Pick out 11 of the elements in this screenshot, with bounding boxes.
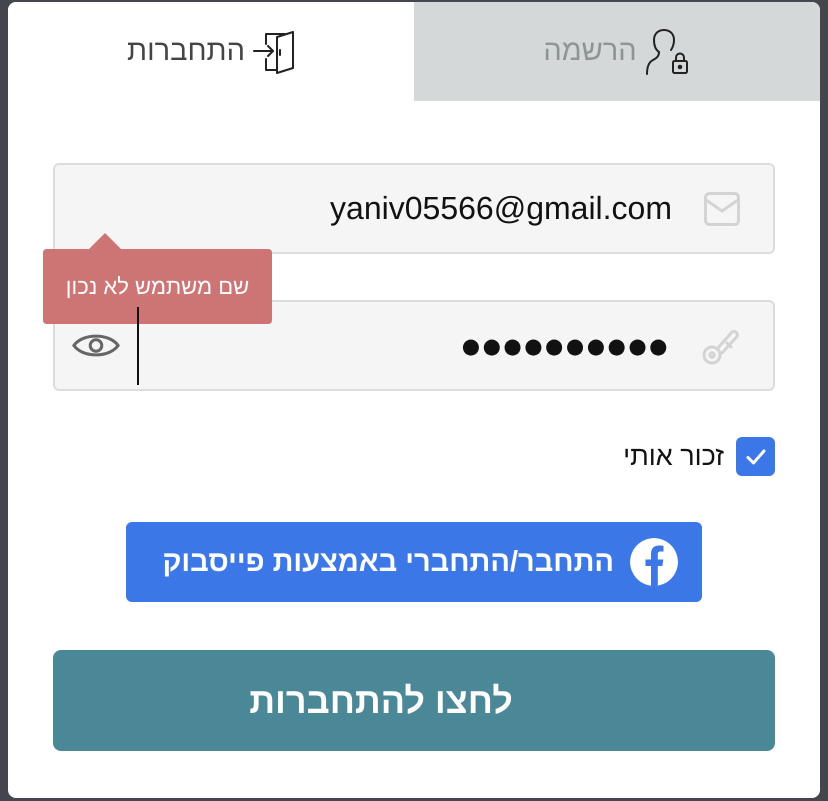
checkbox[interactable] xyxy=(736,437,775,476)
person-lock-icon xyxy=(644,28,691,76)
envelope-icon xyxy=(704,192,740,226)
email-field[interactable]: yaniv05566@gmail.com xyxy=(53,163,775,254)
password-field[interactable]: ●●●●●●●●●● xyxy=(53,300,775,391)
f-logo-icon xyxy=(630,538,678,586)
checkbox-label: זכור אותי xyxy=(623,441,724,472)
door-arrow-icon xyxy=(252,30,295,74)
login-button[interactable]: לחצו להתחברות xyxy=(53,650,775,751)
checkmark-icon xyxy=(746,448,766,464)
facebook-login-button[interactable]: התחבר/התחברי באמצעות פייסבוק xyxy=(126,522,702,602)
